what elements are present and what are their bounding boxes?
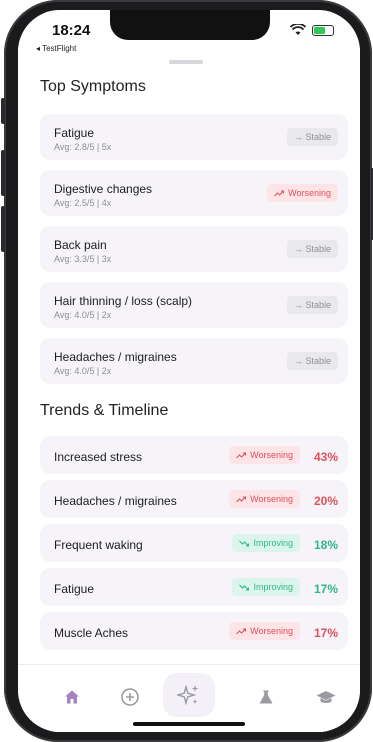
trend-percentage: 17% <box>313 582 338 596</box>
trend-badge-worse: Worsening <box>229 622 300 640</box>
trend-down-icon <box>239 540 250 547</box>
volume-down-button <box>1 206 5 252</box>
top-symptoms-title: Top Symptoms <box>40 78 146 95</box>
trend-row[interactable]: Headaches / migraines Worsening 20% <box>40 480 348 518</box>
trend-badge-stable: → Stable <box>286 352 338 370</box>
add-circle-icon <box>121 688 139 706</box>
phone-frame: 18:24 ◂ TestFlight Top Symptoms Fatigue A… <box>1 0 373 742</box>
trend-badge-label: Worsening <box>250 494 293 504</box>
symptom-card[interactable]: Headaches / migraines Avg: 4.0/5 | 2x → St… <box>40 338 348 384</box>
mute-switch <box>1 98 5 124</box>
symptom-meta: Avg: 4.0/5 | 2x <box>54 366 112 376</box>
symptom-card[interactable]: Back pain Avg: 3.3/5 | 3x → Stable <box>40 226 348 272</box>
symptom-card[interactable]: Hair thinning / loss (scalp) Avg: 4.0/5 |… <box>40 282 348 328</box>
tab-lab[interactable] <box>248 679 284 715</box>
symptom-name: Back pain <box>54 238 107 252</box>
status-time: 18:24 <box>52 22 91 39</box>
symptom-meta: Avg: 3.3/5 | 3x <box>54 254 112 264</box>
symptom-card[interactable]: Fatigue Avg: 2.8/5 | 5x → Stable <box>40 114 348 160</box>
symptom-meta: Avg: 2.5/5 | 4x <box>54 198 112 208</box>
trend-up-icon <box>236 451 247 459</box>
trend-symptom-name: Fatigue <box>54 582 95 596</box>
trend-badge-label: Improving <box>253 538 293 548</box>
home-indicator <box>133 722 245 726</box>
trend-badge-label: → Stable <box>293 244 331 254</box>
trend-badge-worse: Worsening <box>229 490 300 508</box>
flask-icon <box>259 690 273 704</box>
trend-row[interactable]: Fatigue Improving 17% <box>40 568 348 606</box>
trend-badge-improve: Improving <box>232 578 300 596</box>
trend-row[interactable]: Frequent waking Improving 18% <box>40 524 348 562</box>
trend-percentage: 43% <box>313 450 338 464</box>
trend-percentage: 20% <box>313 494 338 508</box>
volume-up-button <box>1 150 5 196</box>
screen: 18:24 ◂ TestFlight Top Symptoms Fatigue A… <box>18 10 360 732</box>
trend-percentage: 17% <box>313 626 338 640</box>
trend-up-icon <box>236 627 247 635</box>
trend-up-icon <box>274 189 285 197</box>
trend-badge-worse: Worsening <box>229 446 300 464</box>
notch <box>110 10 270 40</box>
trend-badge-stable: → Stable <box>286 296 338 314</box>
tab-home[interactable] <box>54 679 90 715</box>
status-icons <box>290 24 334 36</box>
trend-symptom-name: Frequent waking <box>54 538 143 552</box>
trend-down-icon <box>239 584 250 591</box>
trend-symptom-name: Headaches / migraines <box>54 494 177 508</box>
symptom-insights-sheet: Top Symptoms Fatigue Avg: 2.8/5 | 5x → Sta… <box>18 56 360 664</box>
trend-badge-label: Worsening <box>250 450 293 460</box>
trend-percentage: 18% <box>313 538 338 552</box>
sparkles-icon <box>177 684 199 706</box>
trend-badge-label: → Stable <box>293 300 331 310</box>
wifi-icon <box>290 24 306 35</box>
trend-badge-stable: → Stable <box>286 240 338 258</box>
trend-row[interactable]: Increased stress Worsening 43% <box>40 436 348 474</box>
tab-add[interactable] <box>112 679 148 715</box>
trend-badge-label: → Stable <box>293 132 331 142</box>
trend-up-icon <box>236 495 247 503</box>
tab-bar <box>18 664 360 732</box>
battery-icon <box>312 24 334 36</box>
trend-badge-stable: → Stable <box>286 128 338 146</box>
trend-badge-label: Improving <box>253 582 293 592</box>
trend-badge-label: → Stable <box>293 356 331 366</box>
trend-badge-worse: Worsening <box>267 184 338 202</box>
trend-badge-label: Worsening <box>250 626 293 636</box>
trend-badge-label: Worsening <box>288 188 331 198</box>
back-to-app-link[interactable]: ◂ TestFlight <box>36 44 76 53</box>
symptom-meta: Avg: 4.0/5 | 2x <box>54 310 112 320</box>
trend-badge-improve: Improving <box>232 534 300 552</box>
symptom-name: Fatigue <box>54 126 95 140</box>
symptom-meta: Avg: 2.8/5 | 5x <box>54 142 112 152</box>
graduation-cap-icon <box>316 691 336 703</box>
home-icon <box>65 690 79 704</box>
symptom-card[interactable]: Digestive changes Avg: 2.5/5 | 4x Worsenin… <box>40 170 348 216</box>
tab-insights[interactable] <box>163 673 215 717</box>
status-bar: 18:24 ◂ TestFlight <box>18 10 360 56</box>
tab-learn[interactable] <box>308 679 344 715</box>
symptom-name: Hair thinning / loss (scalp) <box>54 294 193 308</box>
trends-title: Trends & Timeline <box>40 402 169 419</box>
sheet-grabber[interactable] <box>169 60 203 64</box>
trend-symptom-name: Muscle Aches <box>54 626 129 640</box>
trend-row[interactable]: Muscle Aches Worsening 17% <box>40 612 348 650</box>
symptom-name: Digestive changes <box>54 182 153 196</box>
symptom-name: Headaches / migraines <box>54 350 177 364</box>
trend-symptom-name: Increased stress <box>54 450 143 464</box>
